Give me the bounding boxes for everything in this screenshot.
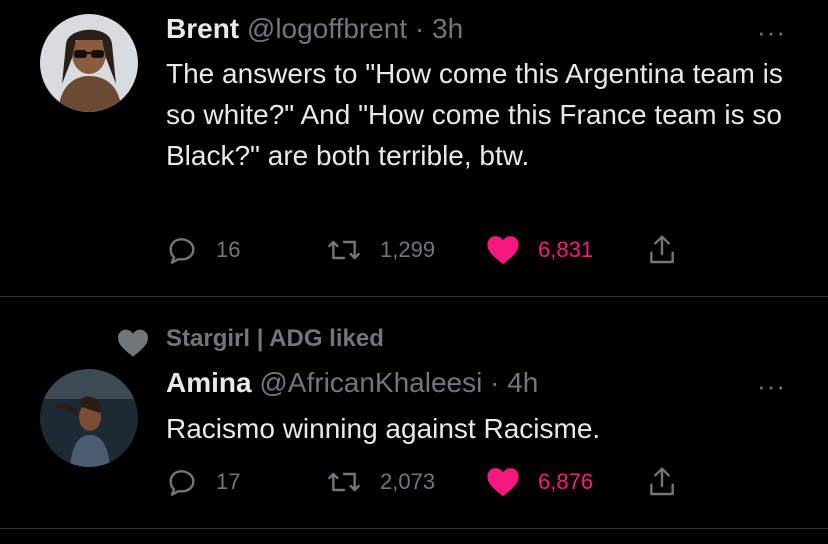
timestamp[interactable]: · 3h — [415, 13, 463, 44]
retweet-count: 2,073 — [380, 469, 436, 494]
liked-heart-icon — [487, 236, 519, 265]
reply-button[interactable]: 16 — [166, 233, 240, 267]
user-handle[interactable]: @AfricanKhaleesi — [259, 367, 482, 398]
retweet-count: 1,299 — [380, 237, 436, 262]
liked-heart-icon — [487, 468, 519, 497]
tweet-actions: 17 2,073 6,876 — [166, 465, 726, 499]
more-options-icon[interactable]: ··· — [757, 19, 786, 45]
share-button[interactable] — [648, 465, 676, 499]
retweet-button[interactable]: 1,299 — [326, 233, 435, 267]
tweet-header: Amina @AfricanKhaleesi · 4h — [166, 366, 538, 400]
share-icon — [650, 467, 674, 496]
social-context[interactable]: Stargirl | ADG liked — [166, 324, 384, 354]
like-button[interactable]: 6,831 — [486, 233, 593, 267]
display-name[interactable]: Amina — [166, 367, 252, 398]
reply-count: 17 — [216, 469, 241, 494]
reply-count: 16 — [216, 237, 241, 262]
share-icon — [650, 235, 674, 264]
more-options-icon[interactable]: ··· — [757, 373, 786, 399]
divider — [0, 528, 828, 529]
reply-icon — [169, 470, 195, 496]
reply-icon — [169, 238, 195, 264]
reply-button[interactable]: 17 — [166, 465, 240, 499]
tweet-actions: 16 1,299 6,831 — [166, 233, 726, 267]
avatar-image-icon — [40, 369, 138, 467]
retweet-button[interactable]: 2,073 — [326, 465, 435, 499]
retweet-icon — [328, 472, 360, 492]
tweet-amina[interactable]: Stargirl | ADG liked Amina @AfricanKhale… — [0, 297, 828, 529]
like-count: 6,831 — [538, 237, 594, 262]
share-button[interactable] — [648, 233, 676, 267]
timestamp[interactable]: · 4h — [490, 367, 538, 398]
tweet-text: The answers to "How come this Argentina … — [166, 58, 783, 171]
like-count: 6,876 — [538, 469, 594, 494]
avatar[interactable] — [40, 369, 138, 467]
display-name[interactable]: Brent — [166, 13, 239, 44]
tweet-header: Brent @logoffbrent · 3h — [166, 12, 463, 46]
avatar-image-icon — [40, 14, 138, 112]
avatar[interactable] — [40, 14, 138, 112]
user-handle[interactable]: @logoffbrent — [247, 13, 407, 44]
like-button[interactable]: 6,876 — [486, 465, 593, 499]
tweet-brent[interactable]: Brent @logoffbrent · 3h ··· The answers … — [0, 0, 828, 296]
retweet-icon — [328, 240, 360, 260]
tweet-text: Racismo winning against Racisme. — [166, 413, 601, 444]
liked-by-heart-icon — [116, 328, 150, 363]
